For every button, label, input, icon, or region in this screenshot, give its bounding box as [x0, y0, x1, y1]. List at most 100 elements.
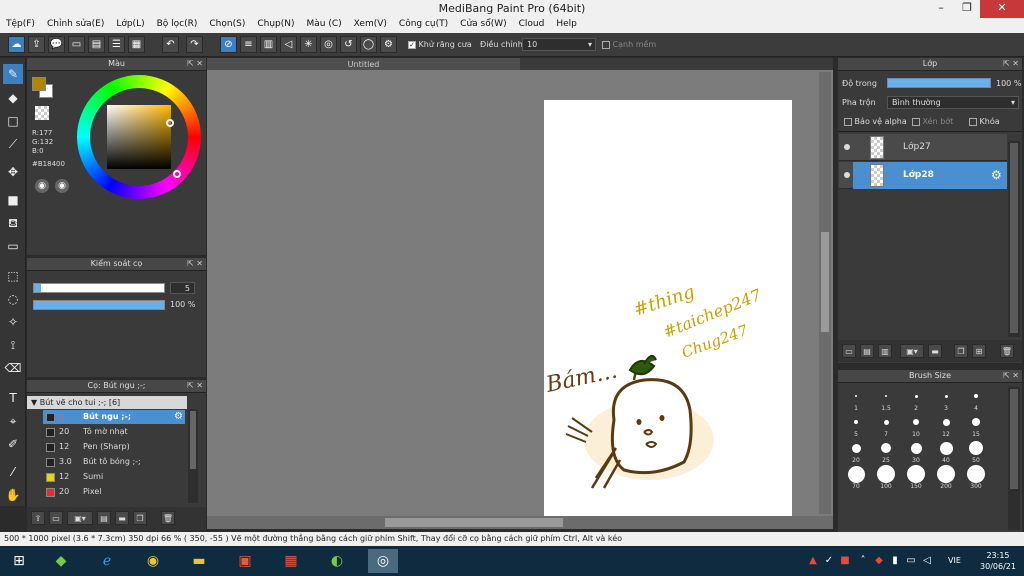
brush-cloud-icon[interactable]: ⇪ [31, 511, 45, 525]
brush-size-preset[interactable]: 300 [961, 465, 991, 497]
duplicate-layer-icon[interactable]: ❐ [954, 344, 968, 358]
brush-size-preset[interactable]: 70 [841, 465, 871, 497]
move-tool-icon[interactable]: ✥ [3, 162, 23, 182]
brush-duplicate-icon[interactable]: ❐ [133, 511, 147, 525]
tray-antivirus-icon[interactable]: ◆ [872, 549, 886, 573]
tray-network-icon[interactable]: ▮ [888, 549, 902, 573]
menu-edit[interactable]: Chỉnh sửa(E) [41, 18, 110, 29]
app-grid-icon[interactable]: ▦ [276, 549, 306, 573]
hue-cursor[interactable] [173, 170, 181, 178]
add-layer-menu-icon[interactable]: ▣▾ [900, 344, 924, 358]
panel-pin-icon[interactable]: ⇱ ✕ [1003, 370, 1019, 382]
snap-settings-icon[interactable]: ⚙ [380, 36, 397, 53]
layer-opacity-slider[interactable] [887, 78, 991, 88]
brush-folder-icon[interactable]: ▬ [115, 511, 129, 525]
menu-help[interactable]: Help [550, 18, 583, 29]
adjust-select[interactable]: 10 ▾ [522, 38, 596, 51]
palette-icon[interactable]: ◉ [35, 179, 49, 193]
menu-filter[interactable]: Bộ lọc(R) [151, 18, 204, 29]
share-icon[interactable]: ⇪ [28, 36, 45, 53]
soft-edge-checkbox[interactable] [602, 40, 610, 49]
comment-icon[interactable]: 💬 [48, 36, 65, 53]
tray-battery-icon[interactable]: ▭ [904, 549, 918, 573]
text-tool-icon[interactable]: T [3, 388, 23, 408]
layer-row-28[interactable]: Lớp28 ⚙ [839, 162, 1007, 189]
chrome-icon[interactable]: ◉ [138, 549, 168, 573]
hand-tool-icon[interactable]: ✋ [3, 485, 23, 505]
saturation-value-square[interactable] [107, 105, 171, 169]
merge-layer-icon[interactable]: ⊞ [972, 344, 986, 358]
brush-item[interactable]: 12 Pen (Sharp) [43, 440, 185, 454]
brush-size-preset[interactable]: 200 [931, 465, 961, 497]
protect-alpha-checkbox[interactable] [844, 117, 852, 126]
lasso-tool-icon[interactable]: ◌ [3, 289, 23, 309]
menu-select[interactable]: Chọn(S) [203, 18, 251, 29]
brush-item[interactable]: 20 Pixel [43, 485, 185, 499]
shape-tool-icon[interactable]: □ [3, 111, 23, 131]
eyedropper-tool-icon[interactable]: ⁄ [3, 462, 23, 482]
brush-size-value[interactable]: 5 [170, 282, 195, 294]
operation-tool-icon[interactable]: ⌖ [3, 411, 23, 431]
blur-tool-icon[interactable]: ⟋ [3, 134, 23, 154]
monitor-icon[interactable]: ▭ [68, 36, 85, 53]
minimize-button[interactable]: – [928, 0, 954, 18]
menu-file[interactable]: Tệp(F) [0, 18, 41, 29]
document-canvas[interactable]: Bám… #thing #taichep247 Chug247 [543, 100, 792, 516]
clock[interactable]: 23:15 30/06/21 [976, 550, 1020, 572]
canvas-horizontal-scrollbar[interactable] [207, 516, 833, 529]
tray-flag-icon[interactable]: ▲ [806, 549, 820, 573]
list-icon[interactable]: ☰ [108, 36, 125, 53]
circle-snap-icon[interactable]: ◎ [320, 36, 337, 53]
bluestacks-icon[interactable]: ◆ [46, 549, 76, 573]
new-8bit-layer-icon[interactable]: ▥ [878, 344, 892, 358]
new-layer-icon[interactable]: ▭ [842, 344, 856, 358]
panel-pin-icon[interactable]: ⇱ ✕ [187, 258, 203, 270]
snap-off-icon[interactable]: ⊘ [220, 36, 237, 53]
layer-settings-gear-icon[interactable]: ⚙ [991, 168, 1002, 182]
panel-pin-icon[interactable]: ⇱ ✕ [187, 380, 203, 392]
panel-pin-icon[interactable]: ⇱ ✕ [1003, 58, 1019, 70]
blend-mode-select[interactable]: Bình thường ▾ [887, 96, 1019, 109]
brush-delete-icon[interactable]: 🗑 [161, 511, 175, 525]
curve-snap-icon[interactable]: ↺ [340, 36, 357, 53]
panel-pin-icon[interactable]: ⇱ ✕ [187, 58, 203, 70]
brush-settings-icon[interactable]: ▤ [97, 511, 111, 525]
ellipse-snap-icon[interactable]: ◯ [360, 36, 377, 53]
tray-arrow-icon[interactable]: ˄ [856, 549, 870, 573]
brush-opacity-slider[interactable] [33, 300, 165, 310]
menu-window[interactable]: Cửa sổ(W) [454, 18, 512, 29]
brush-item[interactable]: 12 Sumi [43, 470, 185, 484]
menu-cloud[interactable]: Cloud [513, 18, 551, 29]
powerpoint-icon[interactable]: ▣ [230, 549, 260, 573]
fill-rect-tool-icon[interactable]: ■ [3, 190, 23, 210]
layer-list-scrollbar[interactable] [1008, 141, 1020, 337]
canvas-vertical-scrollbar[interactable] [819, 72, 831, 514]
tray-app-icon[interactable]: ■ [838, 549, 852, 573]
brush-item[interactable]: 5 Bút ngu ;-; ⚙ [43, 410, 185, 424]
bucket-tool-icon[interactable]: ⛾ [3, 213, 23, 233]
brush-add-menu-icon[interactable]: ▣▾ [67, 511, 93, 525]
cross-snap-icon[interactable]: ▥ [260, 36, 277, 53]
layer-row-27[interactable]: Lớp27 [839, 134, 1007, 161]
brush-item[interactable]: 3.0 Bút tô bóng ;-; [43, 455, 185, 469]
select-pen-tool-icon[interactable]: ⟟ [3, 335, 23, 355]
app-green-icon[interactable]: ◐ [322, 549, 352, 573]
vanishing-point-icon[interactable]: ◁ [280, 36, 297, 53]
undo-icon[interactable]: ↶ [162, 36, 179, 53]
maximize-button[interactable]: ❐ [954, 0, 980, 18]
start-windows-icon[interactable]: ⊞ [4, 549, 34, 573]
menu-view[interactable]: Xem(V) [348, 18, 393, 29]
antialias-checkbox[interactable]: ✓ [408, 40, 416, 49]
brush-list-scrollbar[interactable] [188, 409, 198, 503]
eye-icon[interactable] [844, 172, 850, 178]
close-button[interactable]: ✕ [980, 0, 1024, 18]
menu-layer[interactable]: Lớp(L) [110, 18, 150, 29]
eye-icon[interactable] [844, 144, 850, 150]
magic-wand-tool-icon[interactable]: ✧ [3, 312, 23, 332]
transparent-swatch[interactable] [35, 106, 49, 120]
brush-tool-icon[interactable]: ✎ [3, 64, 23, 84]
sv-cursor[interactable] [166, 119, 174, 127]
language-indicator[interactable]: VIE [948, 556, 961, 565]
brush-settings-gear-icon[interactable]: ⚙ [174, 410, 183, 424]
brush-size-scrollbar[interactable] [1008, 387, 1020, 530]
